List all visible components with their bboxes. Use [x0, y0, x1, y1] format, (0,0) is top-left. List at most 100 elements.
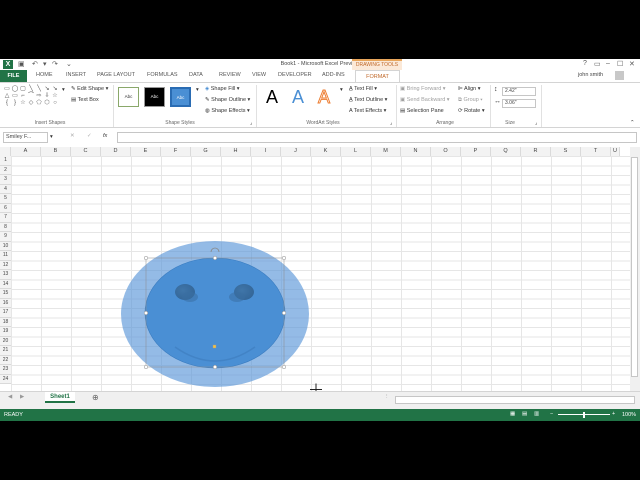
minimize-icon[interactable]: –: [606, 60, 610, 67]
formula-input[interactable]: [117, 132, 637, 143]
column-header[interactable]: C: [71, 147, 101, 156]
tab-page-layout[interactable]: PAGE LAYOUT: [97, 72, 135, 78]
column-header[interactable]: U: [611, 147, 620, 156]
tab-home[interactable]: HOME: [36, 72, 53, 78]
row-header[interactable]: 3: [0, 175, 11, 185]
column-header[interactable]: H: [221, 147, 251, 156]
row-header[interactable]: 4: [0, 184, 11, 194]
group-button[interactable]: ⧉ Group ▾: [458, 97, 483, 104]
column-header[interactable]: J: [281, 147, 311, 156]
row-header[interactable]: 18: [0, 317, 11, 327]
column-header[interactable]: P: [461, 147, 491, 156]
row-header[interactable]: 19: [0, 327, 11, 337]
rounded-rect-icon[interactable]: ▢: [19, 86, 27, 93]
line-icon[interactable]: ╲: [35, 86, 43, 93]
arrow-icon[interactable]: ↘: [43, 86, 51, 93]
next-sheet-icon[interactable]: ▶: [20, 394, 24, 400]
text-effects-button[interactable]: A Text Effects ▾: [349, 108, 386, 114]
text-outline-button[interactable]: A̲ Text Outline ▾: [349, 97, 387, 103]
star-icon[interactable]: ☆: [19, 100, 27, 107]
cell-area[interactable]: [11, 156, 630, 391]
zoom-out-icon[interactable]: −: [550, 411, 553, 417]
send-backward-button[interactable]: ▣ Send Backward ▾: [400, 97, 450, 103]
insert-function-icon[interactable]: fx: [103, 133, 107, 139]
size-launcher-icon[interactable]: ⌟: [535, 120, 537, 126]
vertical-scrollbar[interactable]: [630, 147, 640, 391]
arrow-icon[interactable]: ⇩: [43, 93, 51, 100]
shape-height-input[interactable]: 2.42": [502, 87, 536, 96]
column-header[interactable]: I: [251, 147, 281, 156]
avatar[interactable]: [615, 71, 624, 80]
tab-data[interactable]: DATA: [189, 72, 203, 78]
column-header[interactable]: R: [521, 147, 551, 156]
hexagon-icon[interactable]: ⬡: [43, 100, 51, 107]
row-header[interactable]: 5: [0, 194, 11, 204]
text-fill-button[interactable]: A̲ Text Fill ▾: [349, 86, 377, 92]
text-box-button[interactable]: ▤ Text Box: [71, 97, 99, 103]
page-break-view-icon[interactable]: ▥: [534, 411, 539, 417]
brace-icon[interactable]: {: [3, 100, 11, 107]
oval-icon[interactable]: ◯: [11, 86, 19, 93]
select-all-corner[interactable]: [0, 147, 11, 156]
align-button[interactable]: ⊫ Align ▾: [458, 86, 481, 92]
row-header[interactable]: 15: [0, 289, 11, 299]
collapse-ribbon-icon[interactable]: ⌃: [630, 120, 635, 126]
bring-forward-button[interactable]: ▣ Bring Forward ▾: [400, 86, 446, 92]
wordart-style-blue[interactable]: A: [292, 87, 304, 108]
shape-style-3[interactable]: Abc: [170, 87, 191, 107]
column-header[interactable]: N: [401, 147, 431, 156]
zoom-level[interactable]: 100%: [622, 412, 636, 418]
column-header[interactable]: K: [311, 147, 341, 156]
column-header[interactable]: A: [11, 147, 41, 156]
star-icon[interactable]: ☆: [51, 93, 59, 100]
tab-formulas[interactable]: FORMULAS: [147, 72, 178, 78]
styles-gallery-more-icon[interactable]: ▾: [196, 87, 199, 93]
prev-sheet-icon[interactable]: ◀: [8, 394, 12, 400]
row-header[interactable]: 22: [0, 355, 11, 365]
row-header[interactable]: 10: [0, 241, 11, 251]
shape-outline-button[interactable]: ✎ Shape Outline ▾: [205, 97, 250, 103]
shape-styles-launcher-icon[interactable]: ⌟: [250, 120, 252, 126]
rotate-button[interactable]: ⟳ Rotate ▾: [458, 108, 485, 114]
row-header[interactable]: 12: [0, 260, 11, 270]
triangle-icon[interactable]: △: [3, 93, 11, 100]
row-header[interactable]: 13: [0, 270, 11, 280]
zoom-slider-thumb[interactable]: [583, 412, 585, 418]
shape-style-2[interactable]: Abc: [144, 87, 165, 107]
zoom-in-icon[interactable]: +: [612, 411, 615, 417]
column-header[interactable]: D: [101, 147, 131, 156]
tab-view[interactable]: VIEW: [252, 72, 266, 78]
rectangle-icon[interactable]: ▭: [11, 93, 19, 100]
name-box-dropdown-icon[interactable]: ▾: [50, 134, 53, 140]
shape-style-1[interactable]: Abc: [118, 87, 139, 107]
help-icon[interactable]: ?: [583, 60, 587, 67]
tab-file[interactable]: FILE: [0, 70, 27, 82]
l-shape-icon[interactable]: ⌐: [19, 93, 27, 100]
row-header[interactable]: 11: [0, 251, 11, 261]
column-header[interactable]: E: [131, 147, 161, 156]
name-box[interactable]: Smiley F...: [3, 132, 48, 143]
column-header[interactable]: O: [431, 147, 461, 156]
row-header[interactable]: 7: [0, 213, 11, 223]
tab-add-ins[interactable]: ADD-INS: [322, 72, 345, 78]
column-header[interactable]: G: [191, 147, 221, 156]
user-name[interactable]: john smith: [578, 72, 603, 78]
shape-width-input[interactable]: 3.06": [502, 99, 536, 108]
diamond-icon[interactable]: ◇: [27, 100, 35, 107]
add-sheet-icon[interactable]: ⊕: [92, 393, 99, 402]
maximize-icon[interactable]: ☐: [617, 60, 623, 68]
scroll-splitter-icon[interactable]: ⋮: [384, 394, 390, 400]
row-header[interactable]: 20: [0, 336, 11, 346]
circle-icon[interactable]: ○: [51, 100, 59, 107]
row-header[interactable]: 17: [0, 308, 11, 318]
arc-icon[interactable]: ⌒: [27, 93, 35, 100]
shape-gallery-more-icon[interactable]: ▾: [62, 87, 65, 93]
enter-icon[interactable]: ✓: [87, 133, 92, 139]
column-header[interactable]: L: [341, 147, 371, 156]
worksheet-grid[interactable]: ABCDEFGHIJKLMNOPQRSTU 1 2 3 4 5 6 7 8 9 10 11 12 13 1…: [0, 147, 630, 391]
row-header[interactable]: 24: [0, 374, 11, 384]
shape-gallery[interactable]: ▭ ◯ ▢ ╲ ╲ ↘ ↘ △ ▭ ⌐ ⌒ ⇨ ⇩ ☆ {} ☆ ◇ ⬠ ⬡ ○: [3, 86, 59, 116]
shape-effects-button[interactable]: ◍ Shape Effects ▾: [205, 108, 250, 114]
column-header[interactable]: B: [41, 147, 71, 156]
horizontal-scrollbar[interactable]: [395, 396, 635, 404]
